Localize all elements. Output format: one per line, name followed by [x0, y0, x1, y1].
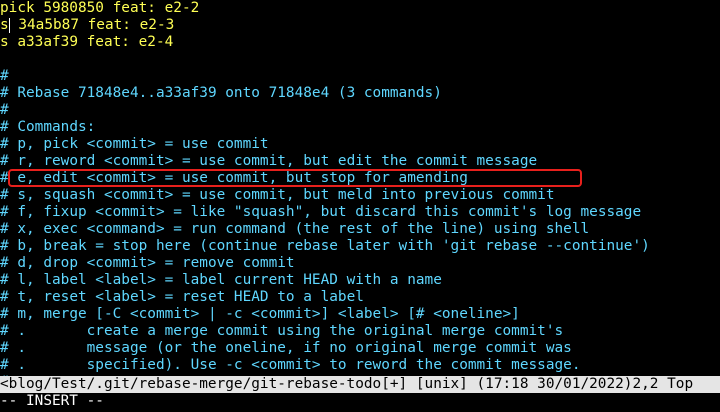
- comment-line[interactable]: # r, reword <commit> = use commit, but e…: [0, 153, 537, 170]
- comment-text: . specified). Use -c <commit> to reword …: [8, 357, 581, 373]
- comment-marker: #: [0, 153, 9, 169]
- comment-text: d, drop <commit> = remove commit: [8, 255, 295, 271]
- vim-mode-indicator: -- INSERT --: [0, 393, 104, 409]
- comment-text: s, squash <commit> = use commit, but mel…: [8, 187, 555, 203]
- comment-text: Rebase 71848e4..a33af39 onto 71848e4 (3 …: [8, 85, 442, 101]
- comment-line[interactable]: # f, fixup <commit> = like "squash", but…: [0, 204, 641, 221]
- comment-line[interactable]: #: [0, 102, 9, 119]
- comment-marker: #: [0, 119, 9, 135]
- comment-line[interactable]: # Rebase 71848e4..a33af39 onto 71848e4 (…: [0, 85, 442, 102]
- comment-line[interactable]: # b, break = stop here (continue rebase …: [0, 238, 650, 255]
- comment-marker: #: [0, 102, 9, 118]
- comment-line[interactable]: # . message (or the oneline, if no origi…: [0, 340, 572, 357]
- todo-commit: a33af39 feat: e2-4: [8, 34, 174, 50]
- comment-line[interactable]: # Commands:: [0, 119, 95, 136]
- todo-line-2[interactable]: s 34a5b87 feat: e2-3: [0, 17, 174, 34]
- comment-marker: #: [0, 306, 9, 322]
- todo-command: s: [0, 17, 9, 33]
- comment-marker: #: [0, 68, 9, 84]
- comment-text: f, fixup <commit> = like "squash", but d…: [8, 204, 642, 220]
- comment-marker: #: [0, 357, 9, 373]
- comment-marker: #: [0, 85, 9, 101]
- comment-text: . create a merge commit using the origin…: [8, 323, 564, 339]
- comment-text: e, edit <commit> = use commit, but stop …: [8, 170, 468, 186]
- vim-editor-buffer[interactable]: pick 5980850 feat: e2-2 s 34a5b87 feat: …: [0, 0, 720, 376]
- comment-marker: #: [0, 238, 9, 254]
- comment-line[interactable]: # e, edit <commit> = use commit, but sto…: [0, 170, 468, 187]
- todo-command: pick: [0, 0, 35, 16]
- comment-marker: #: [0, 289, 9, 305]
- vim-status-line: <blog/Test/.git/rebase-merge/git-rebase-…: [0, 376, 720, 393]
- comment-line[interactable]: #: [0, 68, 9, 85]
- comment-marker: #: [0, 170, 9, 186]
- comment-line[interactable]: # s, squash <commit> = use commit, but m…: [0, 187, 555, 204]
- comment-line[interactable]: # . specified). Use -c <commit> to rewor…: [0, 357, 581, 374]
- comment-marker: #: [0, 272, 9, 288]
- comment-text: x, exec <command> = run command (the res…: [8, 221, 590, 237]
- todo-line-1[interactable]: pick 5980850 feat: e2-2: [0, 0, 199, 17]
- comment-line[interactable]: # p, pick <commit> = use commit: [0, 136, 269, 153]
- todo-commit: 34a5b87 feat: e2-3: [9, 17, 175, 33]
- comment-text: m, merge [-C <commit> | -c <commit>] <la…: [8, 306, 520, 322]
- comment-text: b, break = stop here (continue rebase la…: [8, 238, 650, 254]
- comment-text: p, pick <commit> = use commit: [8, 136, 269, 152]
- comment-marker: #: [0, 255, 9, 271]
- comment-line[interactable]: # l, label <label> = label current HEAD …: [0, 272, 442, 289]
- comment-text: l, label <label> = label current HEAD wi…: [8, 272, 442, 288]
- comment-marker: #: [0, 340, 9, 356]
- comment-text: r, reword <commit> = use commit, but edi…: [8, 153, 538, 169]
- comment-text: t, reset <label> = reset HEAD to a label: [8, 289, 364, 305]
- comment-line[interactable]: # t, reset <label> = reset HEAD to a lab…: [0, 289, 364, 306]
- comment-marker: #: [0, 136, 9, 152]
- comment-marker: #: [0, 187, 9, 203]
- comment-line[interactable]: # x, exec <command> = run command (the r…: [0, 221, 589, 238]
- comment-marker: #: [0, 204, 9, 220]
- comment-marker: #: [0, 221, 9, 237]
- comment-marker: #: [0, 323, 9, 339]
- todo-command: s: [0, 34, 9, 50]
- comment-line[interactable]: # . create a merge commit using the orig…: [0, 323, 563, 340]
- comment-text: . message (or the oneline, if no origina…: [8, 340, 572, 356]
- comment-line[interactable]: # m, merge [-C <commit> | -c <commit>] <…: [0, 306, 520, 323]
- todo-line-3[interactable]: s a33af39 feat: e2-4: [0, 34, 173, 51]
- comment-line[interactable]: # d, drop <commit> = remove commit: [0, 255, 295, 272]
- comment-text: Commands:: [8, 119, 96, 135]
- todo-commit: 5980850 feat: e2-2: [34, 0, 200, 16]
